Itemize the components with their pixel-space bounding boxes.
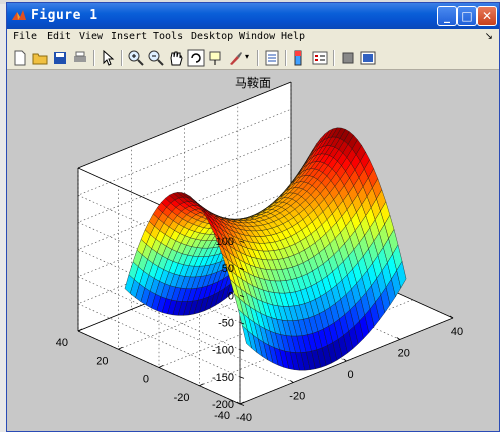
maximize-icon: □ (461, 9, 473, 23)
x-tick-label: -40 (236, 412, 252, 424)
toolbar-separator (93, 50, 95, 66)
menu-bar: File Edit View Insert Tools Desktop Wind… (7, 29, 499, 47)
link-plot-icon[interactable] (263, 49, 281, 67)
save-icon[interactable] (51, 49, 69, 67)
menu-insert[interactable]: Insert (111, 31, 147, 42)
toolbar-separator (121, 50, 123, 66)
menu-tools[interactable]: Tools (153, 31, 183, 42)
close-icon: ✕ (481, 9, 493, 23)
z-tick-label: -150 (212, 372, 234, 384)
x-tick-label: 0 (347, 369, 353, 381)
open-file-icon[interactable] (31, 49, 49, 67)
toolbar-separator (257, 50, 259, 66)
menu-help[interactable]: Help (281, 31, 305, 42)
x-tick-label: -20 (289, 391, 305, 403)
rotate-3d-icon[interactable] (187, 49, 205, 67)
window-title: Figure 1 (31, 8, 98, 23)
z-tick-label: 0 (228, 290, 234, 302)
figure-toolbar: ▾ (7, 47, 499, 70)
brush-dropdown-icon[interactable]: ▾ (245, 52, 249, 61)
y-tick-label: 20 (96, 355, 108, 367)
toolbar-separator (333, 50, 335, 66)
saddle-surface-plot: 100500-50-100-150-200-40-200204040200-20… (56, 75, 463, 424)
y-tick-label: 40 (56, 337, 68, 349)
edit-plot-icon[interactable] (99, 49, 117, 67)
matlab-logo-icon (12, 10, 26, 20)
colorbar-icon[interactable] (291, 49, 309, 67)
close-button[interactable]: ✕ (477, 6, 497, 26)
menu-overflow-icon[interactable]: ↘ (485, 31, 493, 42)
figure-window: Figure 1 _ □ ✕ File Edit View Insert Too… (6, 2, 500, 432)
menu-desktop[interactable]: Desktop (191, 31, 233, 42)
print-icon[interactable] (71, 49, 89, 67)
minimize-button[interactable]: _ (437, 6, 457, 26)
z-tick-mark (239, 403, 245, 406)
z-tick-label: -100 (212, 345, 234, 357)
y-tick-label: -40 (214, 410, 230, 422)
z-tick-label: 50 (222, 263, 234, 275)
toolbar-separator (285, 50, 287, 66)
menu-view[interactable]: View (79, 31, 103, 42)
pan-icon[interactable] (167, 49, 185, 67)
chart-title: 马鞍面 (235, 75, 271, 90)
menu-edit[interactable]: Edit (47, 31, 71, 42)
z-tick-label: -50 (218, 318, 234, 330)
title-bar[interactable]: Figure 1 _ □ ✕ (7, 3, 499, 29)
minimize-icon: _ (444, 9, 450, 23)
figure-canvas[interactable]: 100 50 0 -50 -100 -150 -200 -40 -20 0 20 40 40 20 0 -20… (7, 70, 499, 431)
brush-icon[interactable] (227, 49, 245, 67)
maximize-button[interactable]: □ (457, 6, 477, 26)
x-tick-label: 40 (451, 326, 463, 338)
z-tick-label: 100 (216, 236, 234, 248)
hide-plot-tools-icon[interactable] (339, 49, 357, 67)
y-tick-label: 0 (143, 374, 149, 386)
menu-file[interactable]: File (13, 31, 37, 42)
y-tick-label: -20 (174, 392, 190, 404)
x-tick-label: 20 (398, 348, 410, 360)
data-cursor-icon[interactable] (207, 49, 225, 67)
legend-icon[interactable] (311, 49, 329, 67)
show-plot-tools-icon[interactable] (359, 49, 377, 67)
zoom-out-icon[interactable] (147, 49, 165, 67)
new-figure-icon[interactable] (11, 49, 29, 67)
menu-window[interactable]: Window (239, 31, 275, 42)
zoom-in-icon[interactable] (127, 49, 145, 67)
